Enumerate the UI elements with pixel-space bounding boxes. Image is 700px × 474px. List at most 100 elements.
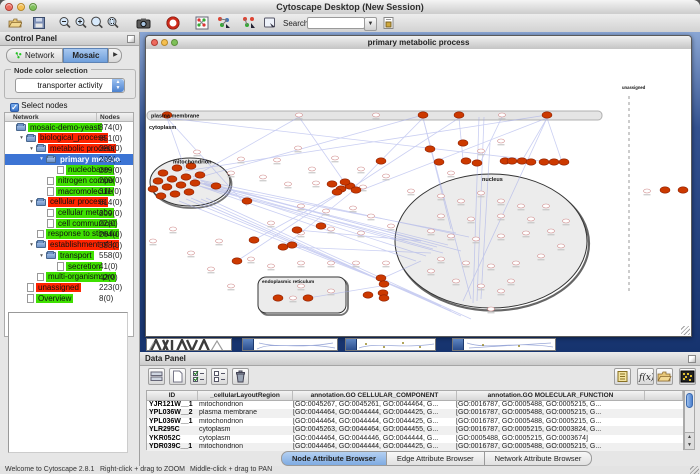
network-node <box>298 261 305 265</box>
tree-row[interactable]: ▾metabolic process280(0) <box>5 143 133 154</box>
expand-arrow-icon[interactable]: ▾ <box>27 242 36 248</box>
tree-header[interactable]: Network Nodes <box>5 113 133 122</box>
zoom-out-icon[interactable] <box>58 16 72 30</box>
matrix-icon[interactable] <box>679 368 696 385</box>
network-node <box>498 199 505 203</box>
search-dropdown-icon[interactable]: ▼ <box>364 17 377 31</box>
node-count: 42(0) <box>99 273 118 282</box>
network-node-selected <box>332 189 342 195</box>
node-count: 651(0) <box>99 134 122 143</box>
table-row[interactable]: YPL036W__2plasma membrane[GO:0044464, GO… <box>147 409 683 417</box>
search-input[interactable] <box>307 17 365 29</box>
tree-row[interactable]: ▾biological_process651(0) <box>5 133 133 144</box>
float-panel-icon[interactable] <box>688 355 696 363</box>
attribute-batch-icon[interactable] <box>614 368 631 385</box>
table-row[interactable]: YJR121W__1mitochondrion[GO:0045267, GO:0… <box>147 401 683 409</box>
tree-row[interactable]: macromolecule311(0) <box>5 186 133 197</box>
create-attribute-icon[interactable] <box>169 368 186 385</box>
open-file-icon[interactable] <box>8 16 22 30</box>
attribute-table: ID_cellularLayoutRegionannotation.GO CEL… <box>146 390 684 450</box>
node-count: 558(0) <box>99 241 122 250</box>
expand-arrow-icon[interactable]: ▾ <box>37 253 46 259</box>
control-panel-title: Control Panel <box>5 34 57 43</box>
folder-icon <box>46 252 56 259</box>
compartment-label: plasma membrane <box>151 114 199 120</box>
expand-arrow-icon[interactable]: ▾ <box>27 199 36 205</box>
zoom-selected-icon[interactable] <box>106 16 120 30</box>
table-row[interactable]: YLR295Ccytoplasm[GO:0045263, GO:0044464,… <box>147 426 683 434</box>
unselect-all-attributes-icon[interactable] <box>211 368 228 385</box>
expand-arrow-icon[interactable]: ▾ <box>17 135 26 141</box>
tree-row[interactable]: cellular metabo209(0) <box>5 208 133 219</box>
network-window-titlebar[interactable]: primary metabolic process <box>146 36 691 50</box>
scrollbar-thumb[interactable] <box>686 393 693 408</box>
scrollbar-arrows-icon[interactable]: ▲▼ <box>685 432 694 449</box>
edit-network-icon[interactable] <box>241 16 255 30</box>
network-manager-icon[interactable] <box>195 16 209 30</box>
column-header[interactable]: annotation.GO MOLECULAR_FUNCTION <box>457 391 645 400</box>
select-nodes-checkbox[interactable]: ✓ <box>10 103 19 112</box>
minimized-network-3[interactable] <box>345 338 436 351</box>
network-canvas-container[interactable]: plasma membranecytoplasmmitochondrionnuc… <box>146 49 691 336</box>
table-row[interactable]: YPL036W__1mitochondrion[GO:0044464, GO:0… <box>147 418 683 426</box>
tree-row[interactable]: mosaic-demo-yeast874(0) <box>5 122 133 133</box>
tree-row[interactable]: nucleobase-209(0) <box>5 165 133 176</box>
function-builder-icon[interactable]: f(x) <box>637 368 654 385</box>
tab-network-attribute-browser[interactable]: Network Attribute Browser <box>485 451 593 466</box>
tree-row[interactable]: ▾primary metabo209(... <box>5 154 133 165</box>
table-row[interactable]: YKR052Ccytoplasm[GO:0044464, GO:0044446,… <box>147 435 683 443</box>
minimized-network-4[interactable] <box>452 338 556 351</box>
network-window[interactable]: primary metabolic process plasma membran… <box>145 35 692 337</box>
tree-row[interactable]: nitrogen compo209(0) <box>5 175 133 186</box>
tree-row[interactable]: ▾establishment of lo558(0) <box>5 240 133 251</box>
column-header[interactable]: ID <box>147 391 198 400</box>
expand-arrow-icon[interactable]: ▾ <box>37 156 46 162</box>
frame-resize-grip[interactable] <box>681 326 690 335</box>
attribute-table-header[interactable]: ID_cellularLayoutRegionannotation.GO CEL… <box>147 391 683 401</box>
zoom-fit-icon[interactable] <box>90 16 104 30</box>
network-canvas[interactable]: plasma membranecytoplasmmitochondrionnuc… <box>146 49 691 336</box>
select-all-attributes-icon[interactable] <box>190 368 207 385</box>
tree-row[interactable]: ▾cellular process614(0) <box>5 197 133 208</box>
minimized-network-2[interactable] <box>242 338 338 351</box>
tree-row[interactable]: cell communicat22(0) <box>5 218 133 229</box>
birds-eye-view[interactable] <box>8 312 128 453</box>
network-node <box>268 264 275 268</box>
window-resize-grip[interactable] <box>690 466 699 474</box>
tab-mosaic[interactable]: Mosaic <box>63 48 108 63</box>
tabs-overflow-icon[interactable]: ▶ <box>108 48 122 63</box>
network-node-selected <box>170 191 180 197</box>
tab-node-attribute-browser[interactable]: Node Attribute Browser <box>281 451 387 466</box>
column-header[interactable]: _cellularLayoutRegion <box>198 391 293 400</box>
snapshot-icon[interactable] <box>136 16 150 30</box>
tab-edge-attribute-browser[interactable]: Edge Attribute Browser <box>387 451 485 466</box>
expand-arrow-icon[interactable]: ▾ <box>27 146 36 152</box>
tree-row[interactable]: secretion41(0) <box>5 261 133 272</box>
column-header[interactable] <box>645 391 683 400</box>
tree-row[interactable]: multi-organism pro42(0) <box>5 272 133 283</box>
column-header[interactable]: annotation.GO CELLULAR_COMPONENT <box>293 391 457 400</box>
control-panel-tabs: Network Mosaic ▶ <box>6 48 122 61</box>
file-icon <box>27 283 34 292</box>
network-node-selected <box>303 295 313 301</box>
import-attributes-icon[interactable] <box>656 368 673 385</box>
annotation-icon[interactable] <box>263 16 277 30</box>
table-scrollbar[interactable]: ▲▼ <box>684 390 695 450</box>
network-node <box>328 261 335 265</box>
select-attributes-icon[interactable] <box>148 368 165 385</box>
zoom-in-icon[interactable] <box>74 16 88 30</box>
tree-row[interactable]: Overview8(0) <box>5 293 133 304</box>
tree-row[interactable]: unassigned223(0) <box>5 282 133 293</box>
search-options-icon[interactable] <box>382 16 396 30</box>
save-icon[interactable] <box>32 16 46 30</box>
apply-layout-icon[interactable] <box>216 16 230 30</box>
node-color-dropdown[interactable]: transporter activity ▲▼ <box>15 78 125 93</box>
float-panel-icon[interactable] <box>127 35 135 43</box>
window-titlebar[interactable]: Cytoscape Desktop (New Session) <box>0 0 700 15</box>
help-icon[interactable] <box>166 16 180 30</box>
tree-row[interactable]: ▾transport558(0) <box>5 250 133 261</box>
delete-attribute-icon[interactable] <box>232 368 249 385</box>
tree-row[interactable]: response to stimulu264(0) <box>5 229 133 240</box>
minimized-network-1[interactable] <box>146 338 232 351</box>
tab-network[interactable]: Network <box>6 48 63 63</box>
